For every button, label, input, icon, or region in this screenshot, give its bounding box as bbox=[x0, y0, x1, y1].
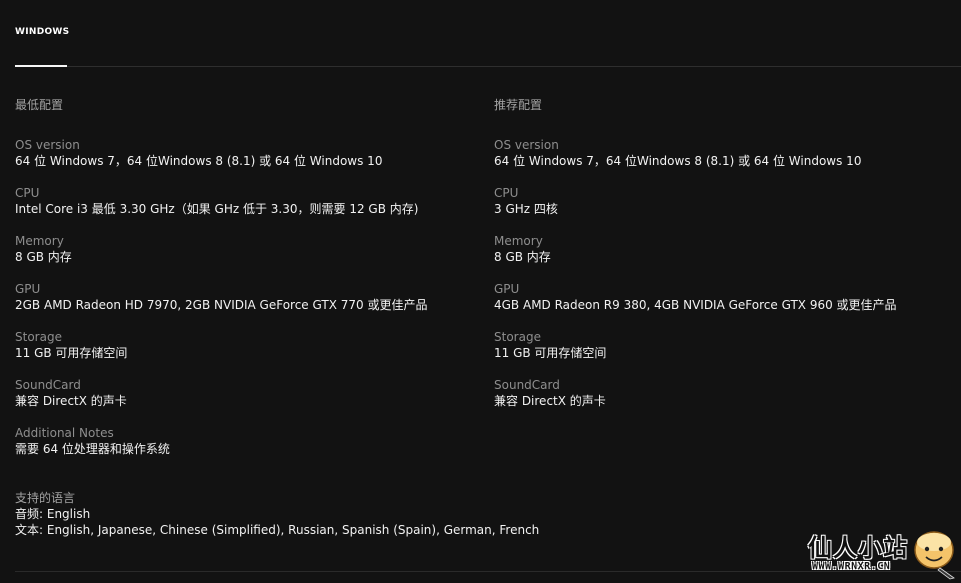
minimum-heading: 最低配置 bbox=[15, 98, 64, 112]
spec-value: 2GB AMD Radeon HD 7970, 2GB NVIDIA GeFor… bbox=[15, 298, 428, 312]
platform-tab-bar: WINDOWS bbox=[0, 0, 961, 67]
supported-languages: 支持的语言 音频: English 文本: English, Japanese,… bbox=[15, 490, 775, 538]
spec-label: GPU bbox=[494, 282, 520, 296]
spec-value: 8 GB 内存 bbox=[15, 250, 72, 264]
spec-value: 3 GHz 四核 bbox=[494, 202, 558, 216]
spec-label: GPU bbox=[15, 282, 41, 296]
spec-label: Memory bbox=[494, 234, 543, 248]
tab-divider bbox=[67, 66, 961, 67]
spec-gpu: GPU 4GB AMD Radeon R9 380, 4GB NVIDIA Ge… bbox=[494, 281, 961, 329]
spec-value: 11 GB 可用存储空间 bbox=[15, 346, 128, 360]
spec-value: 8 GB 内存 bbox=[494, 250, 551, 264]
spec-label: Storage bbox=[494, 330, 541, 344]
spec-label: SoundCard bbox=[15, 378, 81, 392]
audio-languages: 音频: English bbox=[15, 507, 91, 521]
recommended-requirements: 推荐配置 OS version 64 位 Windows 7，64 位Windo… bbox=[494, 97, 961, 425]
spec-value: 兼容 DirectX 的声卡 bbox=[15, 394, 127, 408]
watermark-url: WWW.WRNXR.CN bbox=[812, 561, 891, 572]
spec-additional-notes: Additional Notes 需要 64 位处理器和操作系统 bbox=[15, 425, 485, 473]
mascot-icon bbox=[914, 531, 955, 580]
spec-memory: Memory 8 GB 内存 bbox=[15, 233, 485, 281]
tab-windows[interactable]: WINDOWS bbox=[15, 27, 69, 37]
spec-label: Storage bbox=[15, 330, 62, 344]
spec-label: OS version bbox=[494, 138, 559, 152]
spec-label: CPU bbox=[494, 186, 519, 200]
site-watermark: 仙人小站 WWW.WRNXR.CN bbox=[806, 524, 958, 580]
spec-label: OS version bbox=[15, 138, 80, 152]
spec-os-version: OS version 64 位 Windows 7，64 位Windows 8 … bbox=[494, 137, 961, 185]
spec-storage: Storage 11 GB 可用存储空间 bbox=[15, 329, 485, 377]
minimum-requirements: 最低配置 OS version 64 位 Windows 7，64 位Windo… bbox=[15, 97, 485, 473]
system-requirements-page: WINDOWS 最低配置 OS version 64 位 Windows 7，6… bbox=[0, 0, 961, 583]
spec-value: 需要 64 位处理器和操作系统 bbox=[15, 442, 170, 456]
spec-value: 兼容 DirectX 的声卡 bbox=[494, 394, 606, 408]
spec-label: Additional Notes bbox=[15, 426, 114, 440]
spec-label: Memory bbox=[15, 234, 64, 248]
active-tab-indicator bbox=[15, 65, 67, 67]
spec-cpu: CPU Intel Core i3 最低 3.30 GHz（如果 GHz 低于 … bbox=[15, 185, 485, 233]
spec-cpu: CPU 3 GHz 四核 bbox=[494, 185, 961, 233]
spec-value: 11 GB 可用存储空间 bbox=[494, 346, 607, 360]
spec-gpu: GPU 2GB AMD Radeon HD 7970, 2GB NVIDIA G… bbox=[15, 281, 485, 329]
spec-soundcard: SoundCard 兼容 DirectX 的声卡 bbox=[494, 377, 961, 425]
spec-value: 64 位 Windows 7，64 位Windows 8 (8.1) 或 64 … bbox=[15, 154, 383, 168]
spec-label: CPU bbox=[15, 186, 40, 200]
spec-memory: Memory 8 GB 内存 bbox=[494, 233, 961, 281]
text-languages: 文本: English, Japanese, Chinese (Simplifi… bbox=[15, 523, 540, 537]
spec-value: 64 位 Windows 7，64 位Windows 8 (8.1) 或 64 … bbox=[494, 154, 862, 168]
spec-label: SoundCard bbox=[494, 378, 560, 392]
recommended-heading: 推荐配置 bbox=[494, 98, 543, 112]
spec-storage: Storage 11 GB 可用存储空间 bbox=[494, 329, 961, 377]
languages-heading: 支持的语言 bbox=[15, 491, 76, 505]
spec-soundcard: SoundCard 兼容 DirectX 的声卡 bbox=[15, 377, 485, 425]
spec-value: 4GB AMD Radeon R9 380, 4GB NVIDIA GeForc… bbox=[494, 298, 897, 312]
spec-value: Intel Core i3 最低 3.30 GHz（如果 GHz 低于 3.30… bbox=[15, 202, 419, 216]
spec-os-version: OS version 64 位 Windows 7，64 位Windows 8 … bbox=[15, 137, 485, 185]
watermark-text: 仙人小站 bbox=[808, 533, 908, 562]
